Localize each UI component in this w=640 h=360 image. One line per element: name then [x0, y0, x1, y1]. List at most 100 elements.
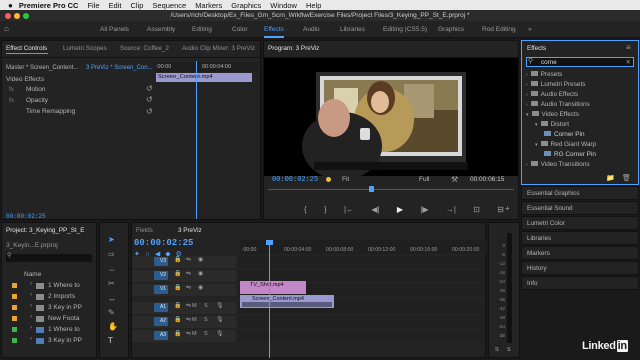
- tab-program[interactable]: Program: 3 PreViz: [268, 45, 319, 52]
- time-remapping-effect[interactable]: Time Remapping: [26, 108, 75, 115]
- chevron-right-icon[interactable]: ›: [30, 314, 32, 320]
- effects-tree-item[interactable]: › Audio Effects: [526, 91, 578, 98]
- chevron-down-icon[interactable]: ▾: [535, 142, 538, 148]
- motion-effect[interactable]: Motion: [26, 86, 46, 93]
- sync-lock-icon[interactable]: ⇋: [186, 284, 191, 291]
- zoom-window-button[interactable]: [23, 12, 29, 19]
- lock-icon[interactable]: 🔒: [174, 302, 181, 309]
- tab-source[interactable]: Source: Coffee_2: [120, 45, 169, 52]
- sync-lock-icon[interactable]: ⇋: [186, 302, 191, 309]
- track-header[interactable]: V3 🔒 ⇋ ◉: [132, 256, 236, 268]
- menu-graphics[interactable]: Graphics: [231, 1, 261, 10]
- stacked-panel-header[interactable]: Essential Sound: [521, 201, 639, 215]
- workspace-color[interactable]: Color: [232, 21, 248, 38]
- clip-screen-content[interactable]: Screen_Content.mp4: [240, 295, 334, 308]
- chevron-down-icon[interactable]: ▾: [535, 122, 538, 128]
- stacked-panel-header[interactable]: Markers: [521, 246, 639, 260]
- workspace-editing[interactable]: Editing: [192, 21, 212, 38]
- home-icon[interactable]: ⌂: [4, 24, 9, 33]
- stacked-panel-header[interactable]: Libraries: [521, 231, 639, 245]
- name-column-header[interactable]: Name: [24, 271, 41, 278]
- label-color-swatch[interactable]: [12, 327, 17, 332]
- stacked-panel-header[interactable]: Info: [521, 276, 639, 290]
- mic-icon[interactable]: 🎙: [216, 302, 224, 309]
- new-bin-icon[interactable]: 📁: [606, 174, 615, 182]
- panel-menu-icon[interactable]: ≡: [626, 43, 631, 52]
- workspace-overflow[interactable]: »: [528, 21, 532, 38]
- opacity-effect[interactable]: Opacity: [26, 97, 48, 104]
- razor-tool-icon[interactable]: ✂: [108, 279, 115, 288]
- go-to-out-icon[interactable]: →|: [446, 205, 456, 214]
- solo-button[interactable]: S: [204, 303, 208, 309]
- chevron-right-icon[interactable]: ›: [30, 303, 32, 309]
- chevron-right-icon[interactable]: ›: [526, 72, 528, 78]
- step-back-icon[interactable]: ◀|: [371, 205, 379, 214]
- track-target-toggle[interactable]: A3: [158, 331, 168, 340]
- effects-tree-item[interactable]: › Lumetri Presets: [526, 81, 585, 88]
- quality-select[interactable]: Full: [419, 176, 429, 183]
- menu-file[interactable]: File: [87, 1, 99, 10]
- reset-icon[interactable]: ↺: [146, 84, 153, 93]
- eye-icon[interactable]: ◉: [198, 270, 203, 277]
- track-target-toggle[interactable]: V2: [158, 271, 168, 280]
- program-scrubber[interactable]: [268, 189, 514, 190]
- tab-3-previz[interactable]: 3 PreViz: [178, 227, 202, 234]
- apple-icon[interactable]: ●: [8, 1, 13, 10]
- extract-icon[interactable]: ⊟: [497, 205, 504, 214]
- program-timecode[interactable]: 00:00:02:25: [272, 176, 318, 184]
- chevron-right-icon[interactable]: ›: [30, 336, 32, 342]
- workspace-all-panels[interactable]: All Panels: [100, 21, 129, 38]
- track-target-toggle[interactable]: A1: [158, 303, 168, 312]
- app-menu[interactable]: Premiere Pro CC: [19, 1, 79, 10]
- effects-tree-item[interactable]: › Audio Transitions: [526, 101, 590, 108]
- label-color-swatch[interactable]: [12, 294, 17, 299]
- project-search-input[interactable]: ⚲: [6, 253, 92, 262]
- effects-tree-item[interactable]: ▾ Video Effects: [526, 111, 579, 118]
- play-icon[interactable]: ▶: [397, 205, 403, 214]
- step-forward-icon[interactable]: |▶: [420, 205, 428, 214]
- label-color-swatch[interactable]: [12, 283, 17, 288]
- stacked-panel-header[interactable]: Essential Graphics: [521, 186, 639, 200]
- workspace-audio[interactable]: Audio: [303, 21, 320, 38]
- workspace-assembly[interactable]: Assembly: [147, 21, 175, 38]
- slip-tool-icon[interactable]: ↔: [108, 294, 116, 303]
- pen-tool-icon[interactable]: ✎: [108, 308, 115, 317]
- tab-audio-clip-mixer[interactable]: Audio Clip Mixer: 3 PreViz: [182, 45, 255, 52]
- fx-toggle[interactable]: fx: [9, 97, 14, 104]
- minimize-window-button[interactable]: [14, 12, 20, 19]
- project-item[interactable]: › 2 Imports: [2, 292, 96, 302]
- mute-button[interactable]: M: [192, 331, 197, 337]
- lock-icon[interactable]: 🔒: [174, 256, 181, 263]
- add-button-icon[interactable]: +: [505, 204, 510, 213]
- hand-tool-icon[interactable]: ✋: [108, 322, 118, 331]
- mute-button[interactable]: M: [192, 303, 197, 309]
- solo-button[interactable]: S: [204, 317, 208, 323]
- effects-search-input[interactable]: ⚲ corne ✕: [526, 57, 634, 67]
- mic-icon[interactable]: 🎙: [216, 330, 224, 337]
- chevron-right-icon[interactable]: ›: [30, 281, 32, 287]
- track-lane[interactable]: [238, 256, 484, 268]
- track-header[interactable]: A3 🔒 ⇋ M S 🎙: [132, 330, 236, 342]
- track-target-toggle[interactable]: V1: [158, 285, 168, 294]
- effects-tree-item[interactable]: › Presets: [526, 71, 562, 78]
- ripple-edit-tool-icon[interactable]: ⇔: [108, 265, 116, 274]
- tab-project[interactable]: Project: 3_Keying_PP_St_E: [6, 227, 84, 234]
- ec-playhead[interactable]: [196, 61, 197, 219]
- type-tool-icon[interactable]: T: [108, 336, 113, 345]
- tab-fields[interactable]: Fields: [136, 227, 153, 234]
- menu-edit[interactable]: Edit: [109, 1, 122, 10]
- menu-help[interactable]: Help: [306, 1, 321, 10]
- effects-tree-item[interactable]: Corner Pin: [544, 131, 585, 138]
- go-to-in-icon[interactable]: |←: [344, 205, 354, 214]
- chevron-right-icon[interactable]: ›: [526, 102, 528, 108]
- workspace-libraries[interactable]: Libraries: [340, 21, 365, 38]
- master-clip-label[interactable]: Master * Screen_Content...: [6, 65, 78, 71]
- timeline-ruler[interactable]: :00:00 00:00:04:00 00:00:08:00 00:00:12:00 0…: [240, 240, 486, 254]
- ec-timecode[interactable]: 00:00:02:25: [6, 213, 46, 220]
- sync-lock-icon[interactable]: ⇋: [186, 316, 191, 323]
- mark-out-icon[interactable]: }: [324, 205, 327, 214]
- effects-tree-item[interactable]: RG Corner Pin: [544, 151, 596, 158]
- label-color-swatch[interactable]: [12, 316, 17, 321]
- mark-in-icon[interactable]: {: [304, 205, 307, 214]
- reset-icon[interactable]: ↺: [146, 107, 153, 116]
